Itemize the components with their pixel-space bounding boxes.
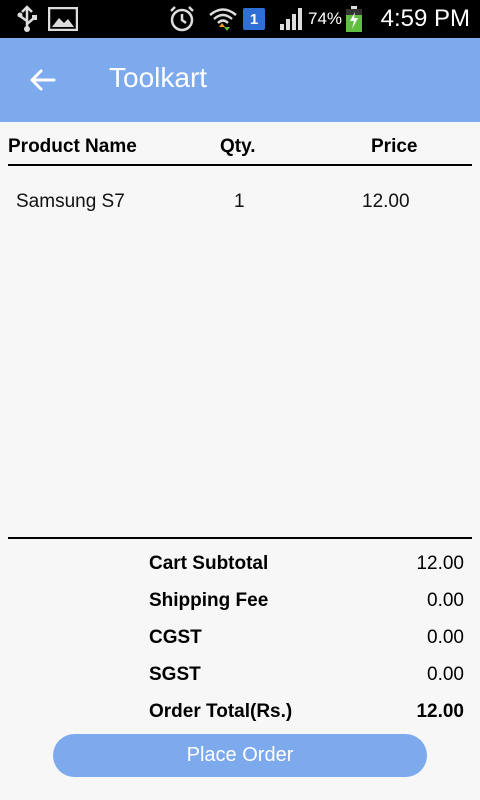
battery-charging-icon: [345, 0, 363, 38]
product-price: 12.00: [362, 191, 410, 212]
usb-icon: [14, 0, 40, 38]
header-qty: Qty.: [220, 136, 256, 157]
sgst-value: 0.00: [427, 664, 464, 685]
alarm-icon: [168, 0, 196, 38]
order-total-value: 12.00: [416, 701, 464, 722]
place-order-button[interactable]: Place Order: [53, 734, 427, 777]
cgst-row: CGST 0.00: [149, 627, 464, 657]
clock: 4:59 PM: [380, 5, 470, 32]
image-icon: [48, 0, 78, 38]
order-total-label: Order Total(Rs.): [149, 701, 293, 722]
cgst-label: CGST: [149, 627, 202, 648]
sim-icon: 1: [243, 0, 265, 38]
back-button[interactable]: [22, 60, 62, 100]
sgst-row: SGST 0.00: [149, 664, 464, 694]
signal-icon: [278, 0, 306, 38]
sgst-label: SGST: [149, 664, 201, 685]
shipping-label: Shipping Fee: [149, 590, 269, 611]
battery-percent: 74%: [308, 9, 343, 28]
product-name: Samsung S7: [16, 191, 125, 212]
cgst-value: 0.00: [427, 627, 464, 648]
product-qty: 1: [234, 191, 245, 212]
shipping-value: 0.00: [427, 590, 464, 611]
sim-label: 1: [243, 8, 265, 30]
wifi-icon: [208, 0, 238, 38]
subtotal-row: Cart Subtotal 12.00: [149, 553, 464, 583]
header-price: Price: [371, 136, 418, 157]
header-product-name: Product Name: [8, 136, 137, 157]
table-header: Product Name Qty. Price: [8, 130, 472, 166]
subtotal-label: Cart Subtotal: [149, 553, 269, 574]
status-bar: 1 74% 4:59 PM: [0, 0, 480, 38]
arrow-left-icon: [30, 69, 56, 91]
summary-divider: [8, 537, 472, 539]
order-total-row: Order Total(Rs.) 12.00: [149, 701, 464, 731]
shipping-row: Shipping Fee 0.00: [149, 590, 464, 620]
page-title: Toolkart: [109, 62, 208, 93]
subtotal-value: 12.00: [416, 553, 464, 574]
app-bar: Toolkart: [0, 38, 480, 122]
table-row[interactable]: Samsung S7 1 12.00: [8, 191, 472, 227]
